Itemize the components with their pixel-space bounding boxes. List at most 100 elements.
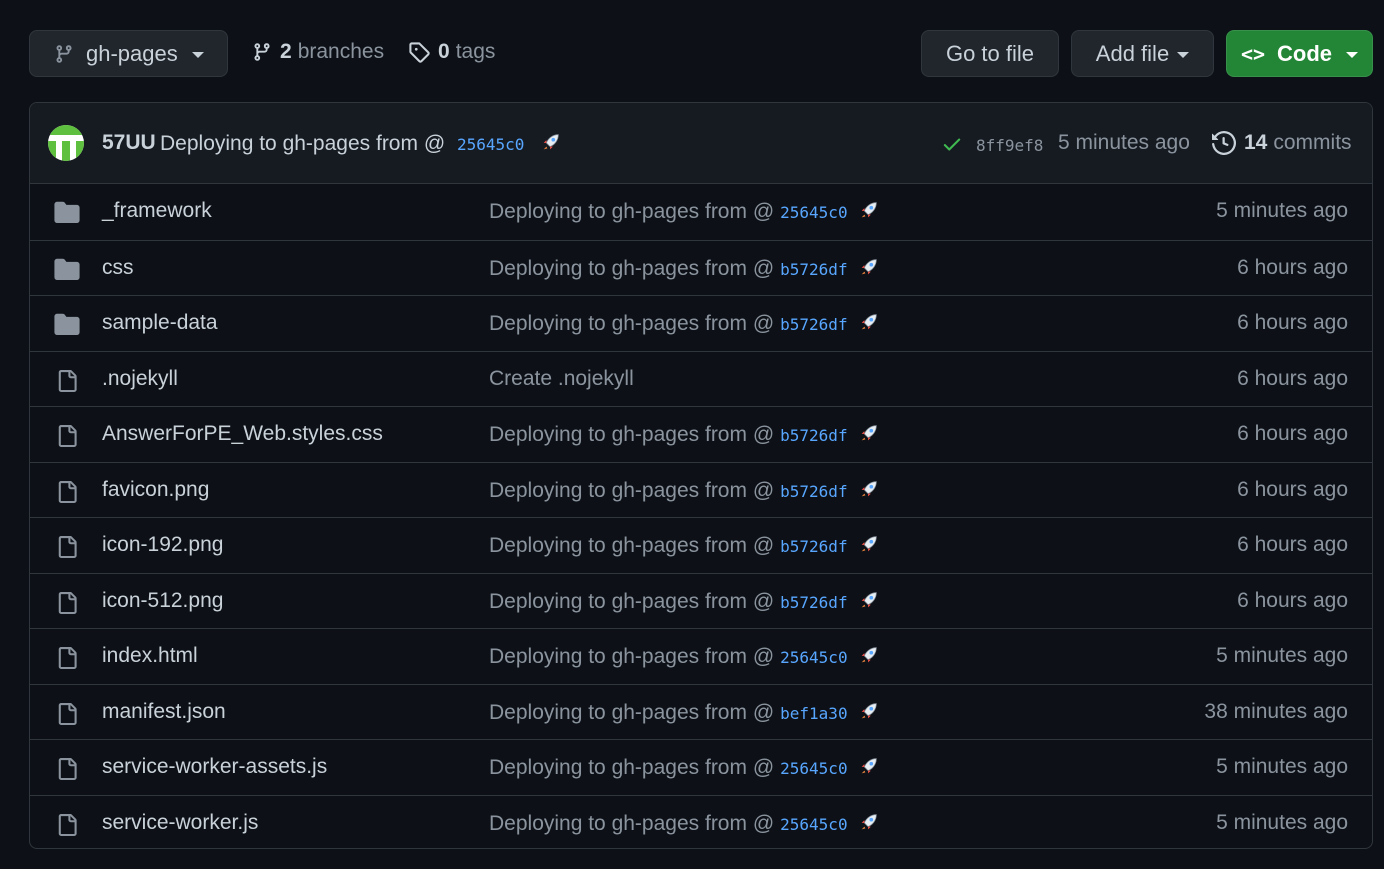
table-row[interactable]: .nojekyll Create .nojekyll 6 hours ago xyxy=(30,350,1372,407)
file-commit-message[interactable]: Deploying to gh-pages from @ b5726df xyxy=(489,533,880,561)
rocket-icon xyxy=(858,644,880,672)
file-commit-sha[interactable]: b5726df xyxy=(780,315,847,334)
tags-label: tags xyxy=(455,40,496,63)
file-commit-message[interactable]: Deploying to gh-pages from @ b5726df xyxy=(489,311,880,339)
branch-name: gh-pages xyxy=(86,40,178,66)
history-icon xyxy=(1212,131,1236,155)
file-commit-age: 6 hours ago xyxy=(1237,311,1348,334)
file-name-link[interactable]: sample-data xyxy=(102,311,218,335)
file-commit-sha[interactable]: b5726df xyxy=(780,260,847,279)
table-row[interactable]: service-worker-assets.js Deploying to gh-… xyxy=(30,739,1372,795)
commits-label: commits xyxy=(1273,131,1352,154)
branch-select-button[interactable]: gh-pages xyxy=(29,30,228,77)
file-commit-sha[interactable]: b5726df xyxy=(780,426,847,445)
commit-author[interactable]: 57UU xyxy=(102,131,156,155)
file-name-link[interactable]: css xyxy=(102,256,134,280)
git-branch-icon xyxy=(254,43,270,61)
file-commit-age: 5 minutes ago xyxy=(1216,810,1348,834)
file-name-link[interactable]: _framework xyxy=(102,199,212,223)
file-commit-message-text: Deploying to gh-pages from @ xyxy=(489,312,775,335)
file-commit-message-text: Deploying to gh-pages from @ xyxy=(489,811,775,835)
file-commit-message[interactable]: Deploying to gh-pages from @ 25645c0 xyxy=(489,811,880,839)
file-icon xyxy=(56,424,78,454)
file-commit-message-text: Deploying to gh-pages from @ xyxy=(489,534,775,557)
file-commit-message[interactable]: Deploying to gh-pages from @ 25645c0 xyxy=(489,199,880,227)
go-to-file-button[interactable]: Go to file xyxy=(921,30,1059,77)
add-file-button[interactable]: Add file xyxy=(1071,30,1214,77)
table-row[interactable]: _framework Deploying to gh-pages from @ 25… xyxy=(30,184,1372,240)
rocket-icon xyxy=(858,311,880,339)
file-commit-age: 5 minutes ago xyxy=(1216,644,1348,667)
file-commit-message[interactable]: Deploying to gh-pages from @ 25645c0 xyxy=(489,755,880,783)
file-browser: 57UU Deploying to gh-pages from @ 25645c… xyxy=(29,102,1373,849)
commits-history-link[interactable]: 14 commits xyxy=(1212,131,1352,155)
file-name-link[interactable]: index.html xyxy=(102,644,198,668)
file-name-link[interactable]: .nojekyll xyxy=(102,367,178,391)
file-commit-age: 6 hours ago xyxy=(1237,366,1348,390)
file-commit-message-text: Deploying to gh-pages from @ xyxy=(489,423,775,446)
file-name-link[interactable]: icon-192.png xyxy=(102,533,223,557)
table-row[interactable]: favicon.png Deploying to gh-pages from @ b… xyxy=(30,461,1372,518)
file-commit-message-text: Deploying to gh-pages from @ xyxy=(489,700,775,724)
file-list: _framework Deploying to gh-pages from @ 25… xyxy=(30,184,1372,849)
file-commit-age: 5 minutes ago xyxy=(1216,199,1348,222)
folder-icon xyxy=(54,201,80,229)
file-commit-message-text: Deploying to gh-pages from @ xyxy=(489,478,775,502)
file-name-link[interactable]: favicon.png xyxy=(102,478,209,502)
file-name-link[interactable]: service-worker.js xyxy=(102,811,258,835)
file-name-link[interactable]: icon-512.png xyxy=(102,589,223,613)
file-commit-sha[interactable]: 25645c0 xyxy=(780,759,847,778)
latest-commit-sha[interactable]: 8ff9ef8 xyxy=(976,136,1043,155)
file-commit-sha[interactable]: b5726df xyxy=(780,482,847,501)
table-row[interactable]: service-worker.js Deploying to gh-pages f… xyxy=(30,794,1372,849)
rocket-icon xyxy=(858,422,880,450)
table-row[interactable]: sample-data Deploying to gh-pages from @ b… xyxy=(30,295,1372,351)
latest-commit-bar: 57UU Deploying to gh-pages from @ 25645c… xyxy=(30,103,1372,184)
go-to-file-label: Go to file xyxy=(945,40,1035,66)
file-commit-message[interactable]: Deploying to gh-pages from @ b5726df xyxy=(489,589,880,617)
branches-link[interactable]: 2 branches xyxy=(252,40,384,64)
file-commit-sha[interactable]: 25645c0 xyxy=(780,203,847,222)
file-commit-message[interactable]: Deploying to gh-pages from @ b5726df xyxy=(489,422,880,450)
commits-count: 14 xyxy=(1244,131,1268,154)
tags-link[interactable]: 0 tags xyxy=(408,40,495,64)
file-commit-message[interactable]: Deploying to gh-pages from @ b5726df xyxy=(489,478,880,506)
commit-message-text: Deploying to gh-pages from @ xyxy=(160,132,446,155)
rocket-icon xyxy=(858,199,880,227)
branches-count: 2 xyxy=(280,40,292,63)
git-branch-icon xyxy=(56,44,72,63)
file-commit-age: 6 hours ago xyxy=(1237,422,1348,445)
table-row[interactable]: icon-512.png Deploying to gh-pages from @… xyxy=(30,572,1372,629)
file-commit-sha[interactable]: 25645c0 xyxy=(780,648,847,667)
latest-commit-age: 5 minutes ago xyxy=(1058,131,1190,154)
rocket-icon xyxy=(858,533,880,561)
file-commit-sha[interactable]: 25645c0 xyxy=(780,815,847,834)
file-icon xyxy=(56,591,78,621)
file-commit-message[interactable]: Deploying to gh-pages from @ b5726df xyxy=(489,256,880,284)
commit-message[interactable]: Deploying to gh-pages from @ 25645c0 xyxy=(160,131,562,159)
file-commit-sha[interactable]: bef1a30 xyxy=(780,704,847,723)
file-name-link[interactable]: AnswerForPE_Web.styles.css xyxy=(102,422,383,446)
check-icon[interactable] xyxy=(941,133,963,161)
file-commit-message-text: Create .nojekyll xyxy=(489,366,634,390)
table-row[interactable]: index.html Deploying to gh-pages from @ 25… xyxy=(30,628,1372,684)
avatar[interactable] xyxy=(48,125,84,161)
file-icon xyxy=(56,369,78,399)
code-button[interactable]: <> Code xyxy=(1226,30,1373,77)
file-commit-message[interactable]: Deploying to gh-pages from @ 25645c0 xyxy=(489,644,880,672)
file-name-link[interactable]: service-worker-assets.js xyxy=(102,755,327,779)
file-commit-sha[interactable]: b5726df xyxy=(780,537,847,556)
table-row[interactable]: icon-192.png Deploying to gh-pages from @… xyxy=(30,517,1372,573)
file-commit-message[interactable]: Deploying to gh-pages from @ bef1a30 xyxy=(489,700,880,728)
file-commit-sha[interactable]: b5726df xyxy=(780,593,847,612)
file-commit-message-text: Deploying to gh-pages from @ xyxy=(489,200,775,223)
file-name-link[interactable]: manifest.json xyxy=(102,700,226,724)
table-row[interactable]: manifest.json Deploying to gh-pages from … xyxy=(30,683,1372,740)
commit-source-sha[interactable]: 25645c0 xyxy=(457,135,524,154)
file-commit-message[interactable]: Create .nojekyll xyxy=(489,367,634,391)
rocket-icon xyxy=(858,811,880,839)
rocket-icon xyxy=(858,478,880,506)
file-icon xyxy=(56,813,78,843)
table-row[interactable]: css Deploying to gh-pages from @ b5726df 6 … xyxy=(30,239,1372,296)
table-row[interactable]: AnswerForPE_Web.styles.css Deploying to g… xyxy=(30,406,1372,462)
